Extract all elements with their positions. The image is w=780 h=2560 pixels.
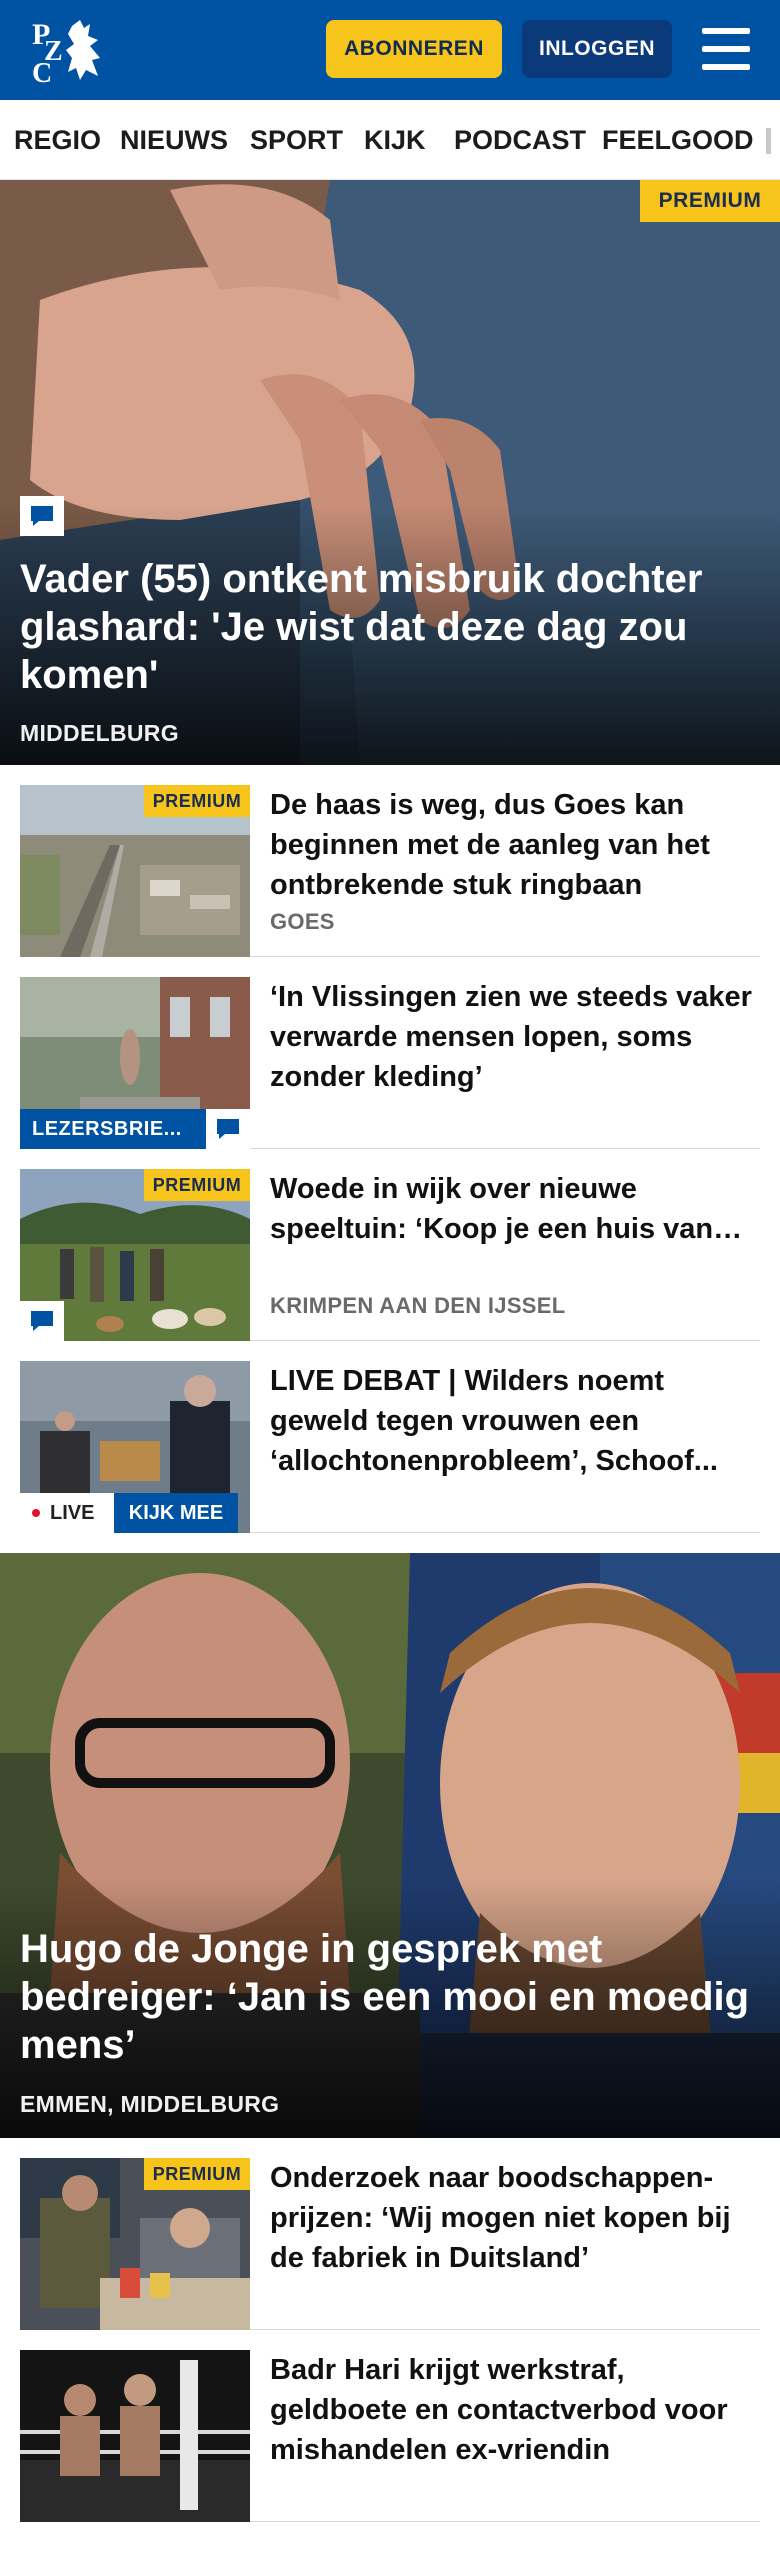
thumbnail: LEZERSBRIE... xyxy=(20,977,250,1149)
nav-item-podcast[interactable]: PODCAST xyxy=(454,100,586,179)
section-nav: REGIO NIEUWS SPORT KIJK PODCAST FEELGOOD xyxy=(0,100,780,180)
thumbnail: PREMIUM xyxy=(20,785,250,957)
live-label: LIVE xyxy=(50,1501,95,1524)
thumbnail: PREMIUM xyxy=(20,2158,250,2330)
thumbnail: PREMIUM xyxy=(20,1169,250,1341)
nav-overflow-hint xyxy=(766,128,771,154)
hero-title[interactable]: Hugo de Jonge in gesprek met bedreiger: … xyxy=(20,1925,760,2069)
login-button[interactable]: INLOGGEN xyxy=(522,20,672,78)
article-location: KRIMPEN AAN DEN IJSSEL xyxy=(270,1293,566,1318)
nav-item-kijk[interactable]: KIJK xyxy=(364,100,426,179)
thumbnail: LIVE KIJK MEE xyxy=(20,1361,250,1533)
nav-item-nieuws[interactable]: NIEUWS xyxy=(120,100,228,179)
opinion-tag: LEZERSBRIE... xyxy=(20,1109,206,1149)
list-item[interactable]: LIVE KIJK MEE LIVE DEBAT | Wilders noemt… xyxy=(20,1341,760,1533)
svg-text:C: C xyxy=(32,58,52,86)
hamburger-menu-icon[interactable] xyxy=(698,24,754,74)
hero-location: EMMEN, MIDDELBURG xyxy=(20,2091,280,2117)
premium-badge: PREMIUM xyxy=(144,1169,250,1201)
premium-badge: PREMIUM xyxy=(144,2158,250,2190)
subscribe-button[interactable]: ABONNEREN xyxy=(326,20,502,78)
list-item[interactable]: PREMIUM Onderzoek naar boodschappen-prij… xyxy=(20,2138,760,2330)
nav-item-regio[interactable]: REGIO xyxy=(14,100,101,179)
comment-icon xyxy=(20,1301,64,1341)
article-title-text: Woede in wijk over nieuwe speeltuin: ‘Ko… xyxy=(270,1173,714,1245)
premium-badge: PREMIUM xyxy=(144,785,250,817)
nav-item-sport[interactable]: SPORT xyxy=(250,100,343,179)
live-indicator: LIVE xyxy=(20,1493,114,1533)
list-item[interactable]: Badr Hari krijgt werkstraf, geldboete en… xyxy=(20,2330,760,2522)
list-item[interactable]: LEZERSBRIE... ‘In Vlissingen zien we ste… xyxy=(20,957,760,1149)
comment-icon xyxy=(20,496,64,536)
nav-item-feelgood[interactable]: FEELGOOD xyxy=(602,100,754,179)
watch-button[interactable]: KIJK MEE xyxy=(114,1493,238,1533)
comment-icon xyxy=(206,1109,250,1149)
premium-badge: PREMIUM xyxy=(640,180,780,222)
article-location: GOES xyxy=(270,909,335,934)
article-title[interactable]: De haas is weg, dus Goes kan beginnen me… xyxy=(270,785,760,905)
article-title[interactable]: Woede in wijk over nieuwe speeltuin: ‘Ko… xyxy=(270,1169,750,1249)
article-title[interactable]: LIVE DEBAT | Wilders noemt geweld tegen … xyxy=(270,1361,760,1481)
hero-article-2[interactable]: Hugo de Jonge in gesprek met bedreiger: … xyxy=(0,1553,780,2138)
hero-title[interactable]: Vader (55) ontkent misbruik dochter glas… xyxy=(20,555,760,699)
live-dot-icon xyxy=(32,1509,40,1517)
top-header: P Z C ABONNEREN INLOGGEN xyxy=(0,0,780,100)
thumbnail xyxy=(20,2350,250,2522)
list-item[interactable]: PREMIUM Woede in wijk over nieuwe speelt… xyxy=(20,1149,760,1341)
list-item[interactable]: PREMIUM De haas is weg, dus Goes kan beg… xyxy=(20,765,760,957)
article-title[interactable]: Onderzoek naar boodschappen-prijzen: ‘Wi… xyxy=(270,2158,760,2278)
pzc-logo[interactable]: P Z C xyxy=(28,14,112,86)
hero-article-1[interactable]: PREMIUM Vader (55) ontkent misbruik doch… xyxy=(0,180,780,765)
article-title[interactable]: Badr Hari krijgt werkstraf, geldboete en… xyxy=(270,2350,760,2470)
hero-location: MIDDELBURG xyxy=(20,720,179,746)
article-title[interactable]: ‘In Vlissingen zien we steeds vaker verw… xyxy=(270,977,760,1097)
